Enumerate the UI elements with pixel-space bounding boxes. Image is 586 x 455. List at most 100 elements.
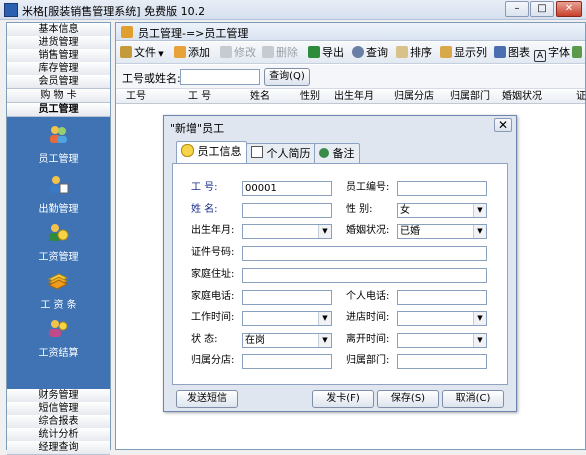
home-phone-label: 家庭电话: [191, 291, 235, 302]
column-header[interactable]: 归属分店 [394, 90, 434, 104]
home-phone-field[interactable] [242, 290, 332, 305]
smiley-icon [181, 144, 194, 157]
dialog-close-button[interactable]: ✕ [494, 118, 512, 132]
column-header[interactable]: 性别 [300, 90, 320, 104]
panel-label: 出勤管理 [38, 204, 79, 215]
tab-employee-info[interactable]: 员工信息 [176, 141, 247, 165]
panel-label: 员工管理 [38, 154, 79, 165]
maximize-button[interactable]: □ [530, 1, 554, 17]
mobile-label: 个人电话: [346, 291, 390, 302]
nav-item-employees[interactable]: 员工管理 [7, 103, 110, 117]
cancel-button[interactable]: 取消(C) [442, 390, 504, 408]
emp-id-field[interactable]: 00001 [242, 181, 332, 196]
address-label: 家庭住址: [191, 269, 235, 280]
search-input[interactable] [180, 69, 260, 85]
save-button[interactable]: 保存(S) [377, 390, 439, 408]
nav-item-purchase[interactable]: 进货管理 [7, 36, 110, 50]
more-icon [572, 46, 582, 58]
file-label: 文件 [134, 46, 156, 59]
column-header[interactable]: 婚姻状况 [502, 90, 542, 104]
column-header[interactable]: 证 [576, 90, 586, 104]
emp-id-label: 工 号: [191, 182, 218, 193]
emp-code-field[interactable] [397, 181, 487, 196]
export-icon [308, 46, 320, 58]
send-sms-button[interactable]: 发送短信 [176, 390, 238, 408]
status-value: 在岗 [245, 335, 265, 346]
more-button[interactable] [572, 44, 584, 61]
panel-item-salary-settlement[interactable]: 工资结算 [7, 317, 110, 363]
minimize-button[interactable]: – [505, 1, 529, 17]
column-header[interactable]: 归属部门 [450, 90, 490, 104]
query-button[interactable]: 查询 [352, 44, 388, 61]
panel-item-attendance[interactable]: 出勤管理 [7, 173, 110, 219]
nav-item-members[interactable]: 会员管理 [7, 75, 110, 89]
column-header[interactable]: 工号 [126, 90, 146, 104]
marital-label: 婚姻状况: [346, 225, 390, 236]
id-no-field[interactable] [242, 246, 487, 261]
export-button[interactable]: 导出 [308, 44, 344, 61]
chevron-down-icon: ▼ [318, 312, 331, 325]
nav-item-manager-query[interactable]: 经理查询 [7, 441, 110, 455]
columns-button[interactable]: 显示列 [440, 44, 487, 61]
add-icon [174, 46, 186, 58]
search-bar: 工号或姓名: 查询(Q) [116, 65, 585, 89]
export-label: 导出 [322, 46, 344, 59]
file-menu-button[interactable]: 文件 ▼ [120, 44, 164, 61]
issue-card-button[interactable]: 发卡(F) [312, 390, 374, 408]
panel-label: 工 资 条 [40, 300, 77, 311]
panel-item-employee-manage[interactable]: 员工管理 [7, 123, 110, 169]
nav-item-sales[interactable]: 销售管理 [7, 49, 110, 63]
column-header[interactable]: 姓名 [250, 90, 270, 104]
join-time-select[interactable]: ▼ [397, 311, 487, 326]
work-time-select[interactable]: ▼ [242, 311, 332, 326]
nav-item-sms[interactable]: 短信管理 [7, 402, 110, 416]
branch-field[interactable] [242, 354, 332, 369]
panel-item-payslip[interactable]: 工 资 条 [7, 269, 110, 315]
panel-label: 工资管理 [38, 252, 79, 263]
address-field[interactable] [242, 268, 487, 283]
delete-button[interactable]: 删除 [262, 44, 298, 61]
name-label: 姓 名: [191, 204, 218, 215]
main-header-title: 员工管理-=>员工管理 [138, 27, 249, 40]
mobile-field[interactable] [397, 290, 487, 305]
tab-notes[interactable]: 备注 [314, 143, 360, 164]
nav-item-finance[interactable]: 财务管理 [7, 389, 110, 403]
nav-item-basic-info[interactable]: 基本信息 [7, 23, 110, 37]
delete-label: 删除 [276, 46, 298, 59]
close-button[interactable]: ✕ [556, 1, 582, 17]
search-button[interactable]: 查询(Q) [264, 68, 310, 86]
payslip-stack-icon [47, 273, 69, 290]
dept-field[interactable] [397, 354, 487, 369]
marital-select[interactable]: 已婚 ▼ [397, 224, 487, 239]
tab-label: 个人简历 [266, 147, 311, 160]
leave-time-select[interactable]: ▼ [397, 333, 487, 348]
birth-select[interactable]: ▼ [242, 224, 332, 239]
panel-item-salary-manage[interactable]: 工资管理 [7, 221, 110, 267]
sort-button[interactable]: 排序 [396, 44, 432, 61]
columns-label: 显示列 [454, 46, 487, 59]
nav-item-inventory[interactable]: 库存管理 [7, 62, 110, 76]
attendance-icon [50, 176, 69, 194]
edit-label: 修改 [234, 46, 256, 59]
chevron-down-icon: ▼ [473, 225, 486, 238]
grid-header: 工号 工 号 姓名 性别 出生年月 归属分店 归属部门 婚姻状况 证 [116, 90, 586, 104]
dialog-title: "新增"员工 [170, 122, 225, 135]
nav-item-reports[interactable]: 综合报表 [7, 415, 110, 429]
status-select[interactable]: 在岗 ▼ [242, 333, 332, 348]
chart-button[interactable]: 图表 [494, 44, 530, 61]
column-header[interactable]: 工 号 [188, 90, 211, 104]
app-icon [4, 3, 18, 17]
status-label: 状 态: [191, 334, 218, 345]
name-field[interactable] [242, 203, 332, 218]
tab-resume[interactable]: 个人简历 [246, 143, 316, 164]
gender-select[interactable]: 女 ▼ [397, 203, 487, 218]
calendar-icon [251, 146, 263, 158]
dept-label: 归属部门: [346, 355, 390, 366]
nav-item-statistics[interactable]: 统计分析 [7, 428, 110, 442]
column-header[interactable]: 出生年月 [334, 90, 374, 104]
add-button[interactable]: 添加 [174, 44, 210, 61]
edit-button[interactable]: 修改 [220, 44, 256, 61]
nav-item-shopping-card[interactable]: 购 物 卡 [7, 89, 110, 103]
font-button[interactable]: A 字体 [534, 44, 570, 62]
chart-label: 图表 [508, 46, 530, 59]
